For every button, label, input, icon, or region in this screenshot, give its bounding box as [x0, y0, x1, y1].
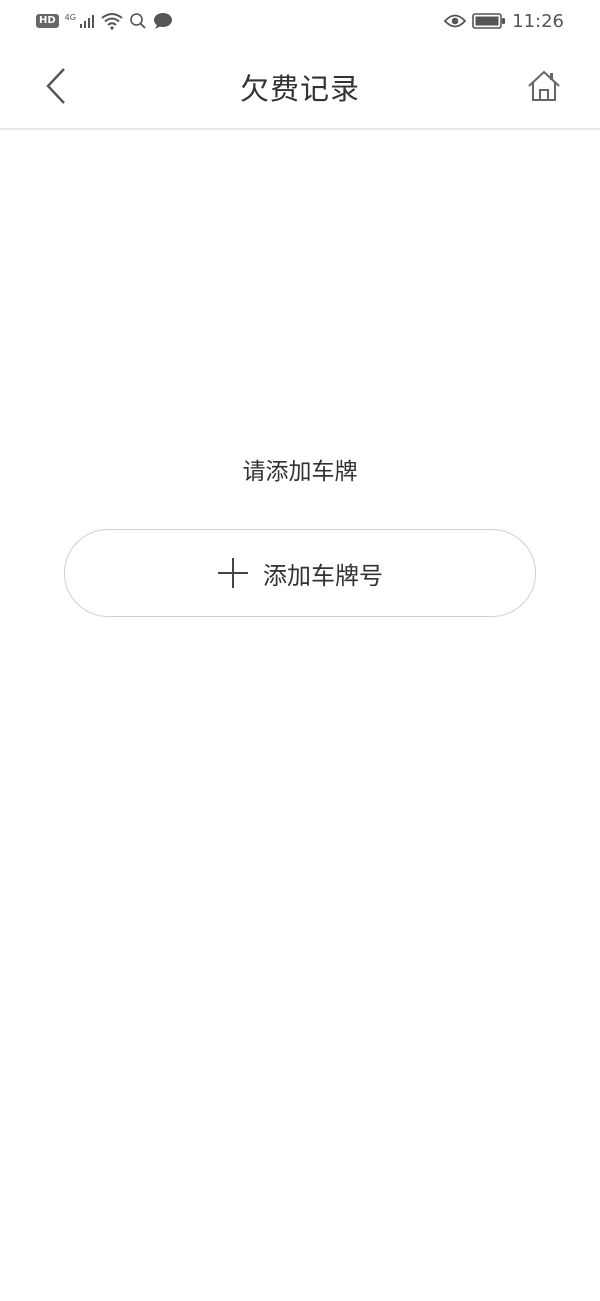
eye-icon	[444, 14, 467, 28]
empty-state-message: 请添加车牌	[242, 459, 358, 485]
status-bar-left: HD 4G	[36, 12, 173, 30]
status-bar: HD 4G 11:26	[0, 0, 600, 42]
message-icon	[153, 13, 172, 29]
hd-icon: HD	[36, 14, 59, 28]
signal-icon	[79, 15, 94, 28]
clock: 11:26	[512, 10, 564, 32]
network-type-label: 4G	[64, 12, 76, 22]
navigation-bar: 欠费记录	[0, 42, 600, 130]
battery-icon	[472, 13, 506, 29]
home-icon	[528, 70, 560, 101]
wifi-icon	[101, 13, 123, 30]
add-plate-button-label: 添加车牌号	[263, 561, 383, 590]
page-title: 欠费记录	[239, 72, 360, 106]
home-button[interactable]	[524, 66, 564, 106]
plus-icon	[218, 558, 248, 588]
status-bar-right: 11:26	[444, 11, 564, 32]
search-icon	[130, 13, 146, 29]
add-plate-button[interactable]: 添加车牌号	[64, 529, 536, 617]
